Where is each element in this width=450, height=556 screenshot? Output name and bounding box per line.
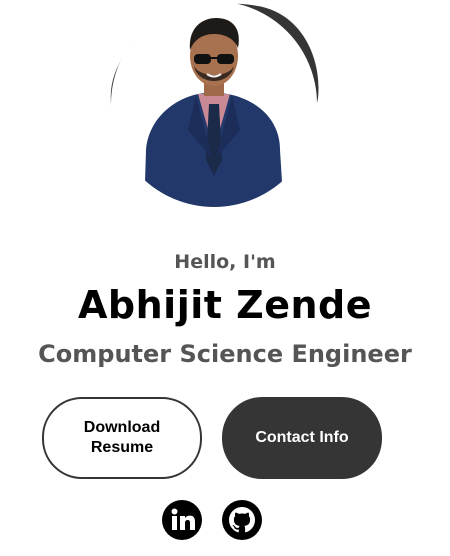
contact-info-button[interactable]: Contact Info: [222, 397, 382, 479]
download-resume-label: Download Resume: [83, 419, 161, 456]
profile-title: Computer Science Engineer: [38, 340, 412, 368]
linkedin-icon: [162, 500, 202, 540]
contact-info-label: Contact Info: [255, 429, 349, 446]
download-resume-button[interactable]: Download Resume: [42, 397, 202, 479]
greeting-text: Hello, I'm: [174, 251, 276, 273]
github-link[interactable]: [221, 499, 263, 541]
profile-photo: [108, 0, 322, 214]
profile-section: Hello, I'm Abhijit Zende Computer Scienc…: [0, 0, 450, 556]
github-icon: [222, 500, 262, 540]
profile-name: Abhijit Zende: [78, 283, 372, 327]
linkedin-link[interactable]: [161, 499, 203, 541]
